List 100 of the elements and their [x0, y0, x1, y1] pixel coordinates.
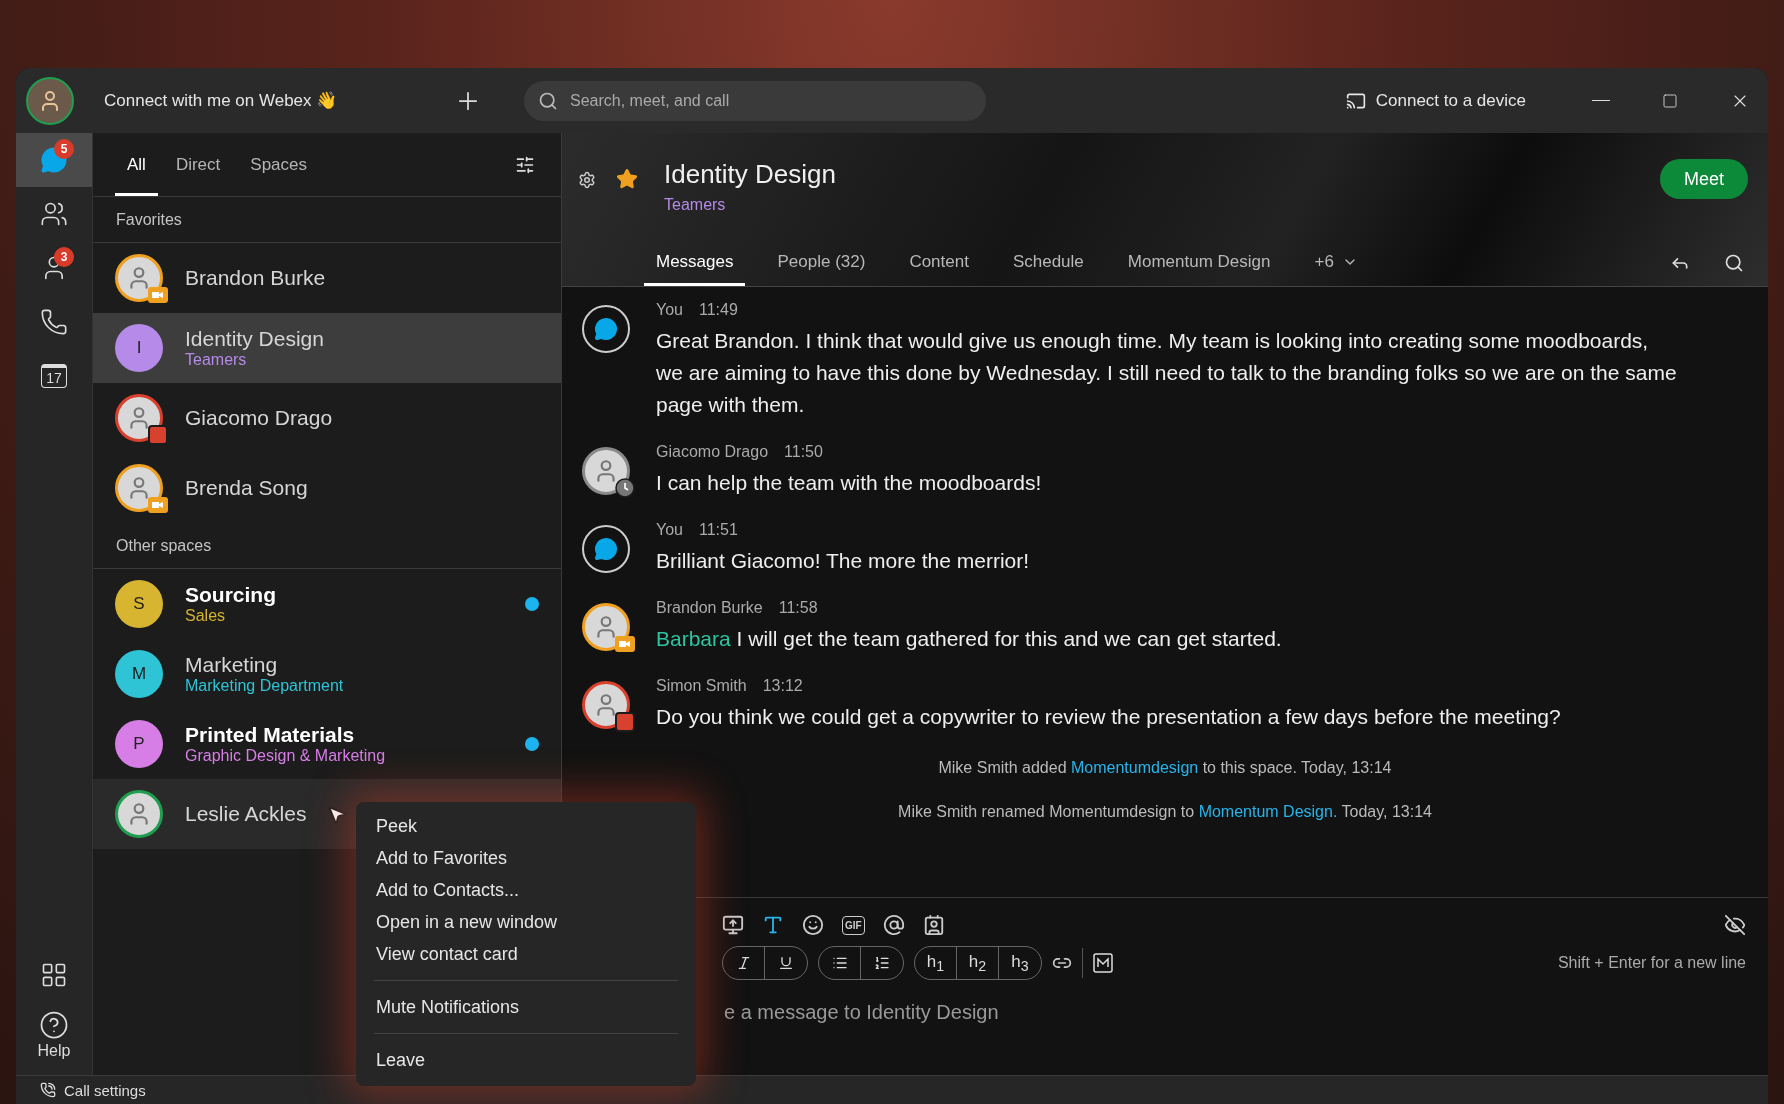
conversation-name: Brenda Song: [185, 476, 308, 500]
user-avatar[interactable]: [26, 76, 74, 125]
conversation-name: Brandon Burke: [185, 266, 326, 290]
status-message: Connect with me on Webex 👋: [104, 90, 339, 111]
favorite-star-icon[interactable]: [616, 168, 638, 190]
space-tab[interactable]: People (32): [765, 240, 878, 286]
settings-icon[interactable]: [578, 171, 596, 189]
filter-tab[interactable]: All: [115, 133, 158, 196]
conversation-name: Printed Materials: [185, 723, 355, 747]
message-time: 11:51: [699, 521, 738, 539]
space-title: Identity Design: [664, 159, 836, 190]
team-name: Marketing Department: [185, 677, 344, 695]
space-avatar: M: [115, 650, 163, 698]
grid-icon: [40, 961, 68, 989]
mouse-pointer-icon: [326, 804, 348, 826]
message-time: 11:49: [699, 301, 738, 319]
conversation-item[interactable]: Brandon Burke: [93, 243, 561, 313]
underline-icon: [778, 955, 794, 971]
menu-item[interactable]: Mute Notifications: [356, 991, 696, 1023]
conversation-item[interactable]: Giacomo Drago: [93, 383, 561, 453]
screen-share-icon[interactable]: [722, 914, 744, 936]
call-settings-button[interactable]: Call settings: [34, 1080, 152, 1100]
team-name: Teamers: [185, 351, 247, 369]
unread-badge: 5: [54, 139, 74, 159]
phone-icon: [40, 308, 68, 336]
menu-item[interactable]: Add to Contacts...: [356, 874, 696, 906]
chat-bubble-icon: [594, 317, 618, 341]
help-icon: [39, 1010, 69, 1040]
space-link[interactable]: Momentumdesign: [1071, 759, 1199, 776]
teams-icon: [40, 200, 68, 228]
message-author: You: [656, 521, 683, 539]
section-header: Favorites: [93, 197, 561, 243]
conversation-name: Leslie Ackles: [185, 802, 307, 826]
message-author: You: [656, 301, 683, 319]
gif-icon[interactable]: GIF: [842, 915, 865, 935]
sliders-icon: [515, 154, 535, 175]
message-author: Giacomo Drago: [656, 443, 769, 461]
chat-bubble-icon: [594, 537, 618, 561]
unread-badge: 3: [54, 247, 74, 267]
space-avatar: P: [115, 720, 163, 768]
bullet-list-icon: [831, 955, 848, 971]
heading-button[interactable]: h$_{2}$: [957, 947, 999, 979]
filter-tab[interactable]: Spaces: [238, 133, 319, 196]
search-field[interactable]: Search, meet, and call: [568, 90, 972, 111]
conversation-name: Marketing: [185, 653, 278, 677]
conversation-name: Identity Design: [185, 327, 324, 351]
clock-icon: [615, 478, 635, 498]
message-time: 13:12: [762, 677, 803, 695]
minimize-icon: [1592, 99, 1610, 102]
mention-link[interactable]: Barbara: [656, 627, 731, 650]
menu-item[interactable]: Leave: [356, 1044, 696, 1076]
menu-item[interactable]: Open in a new window: [356, 906, 696, 938]
contact-icon[interactable]: [922, 914, 945, 936]
space-link[interactable]: Momentum Design.: [1198, 803, 1338, 820]
conversation-name: Giacomo Drago: [185, 406, 333, 430]
contacts-tab[interactable]: 3: [16, 241, 92, 295]
conversation-item[interactable]: Brenda Song: [93, 453, 561, 523]
search-icon: [1724, 253, 1744, 273]
calendar-tab[interactable]: 17: [16, 349, 92, 403]
heading-button[interactable]: h$_{1}$: [915, 947, 957, 979]
message-author: Simon Smith: [656, 677, 747, 695]
text-format-icon[interactable]: [762, 914, 784, 936]
message-text: I can help the team with the moodboards!: [656, 470, 1042, 496]
space-tab[interactable]: Momentum Design: [1115, 240, 1283, 286]
eye-off-icon[interactable]: [1724, 914, 1746, 936]
help-button[interactable]: Help: [31, 1009, 77, 1061]
conversation-item[interactable]: I Identity Design Teamers: [93, 313, 561, 383]
message-author: Brandon Burke: [656, 599, 763, 617]
conversation-item[interactable]: M Marketing Marketing Department: [93, 639, 561, 709]
video-camera-icon: [148, 285, 168, 305]
search-bar[interactable]: Search, meet, and call: [524, 80, 986, 121]
maximize-icon: [1662, 92, 1678, 109]
menu-item[interactable]: View contact card: [356, 938, 696, 970]
space-tab[interactable]: Schedule: [1000, 240, 1096, 286]
message-time: 11:58: [778, 599, 818, 617]
conversation-item[interactable]: P Printed Materials Graphic Design & Marketing: [93, 709, 561, 779]
filter-tab[interactable]: Direct: [163, 133, 233, 196]
connect-device-button[interactable]: Connect to a device: [1339, 89, 1532, 112]
activity-message: Mike Smith added Momentumdesign to this space. Today, 13:14: [937, 759, 1393, 777]
message-text: Brilliant Giacomo! The more the merrior!: [656, 548, 1030, 574]
space-tab[interactable]: +6: [1302, 240, 1370, 286]
team-name: Teamers: [664, 196, 727, 214]
message-text: Great Brandon. I think that would give us enough time. My team is looking into creating some moodboards, we are aiming to have this done by Wednesday. I still need to talk to the branding folks so we are on the same page with them.: [656, 328, 1678, 418]
space-tab[interactable]: Messages: [644, 240, 746, 286]
space-tab[interactable]: Content: [897, 240, 981, 286]
emoji-icon[interactable]: [802, 914, 824, 936]
conversation-name: Sourcing: [185, 583, 276, 607]
markdown-icon[interactable]: [1093, 953, 1113, 973]
heading-button[interactable]: h$_{3}$: [999, 947, 1041, 979]
meet-button[interactable]: Meet: [1659, 159, 1748, 199]
sharing-status-icon: [148, 425, 168, 445]
conversation-item[interactable]: S Sourcing Sales: [93, 569, 561, 639]
video-camera-icon: [148, 495, 168, 515]
section-header: Other spaces: [93, 523, 561, 569]
message-text: Do you think we could get a copywriter to review the presentation a few days before the meeting?: [656, 704, 1561, 730]
numbered-list-icon: [874, 955, 890, 971]
mention-icon[interactable]: [882, 914, 905, 936]
message-input[interactable]: e a message to Identity Design: [722, 1000, 1746, 1025]
messaging-tab[interactable]: 5: [16, 133, 92, 187]
message-time: 11:50: [784, 443, 823, 461]
